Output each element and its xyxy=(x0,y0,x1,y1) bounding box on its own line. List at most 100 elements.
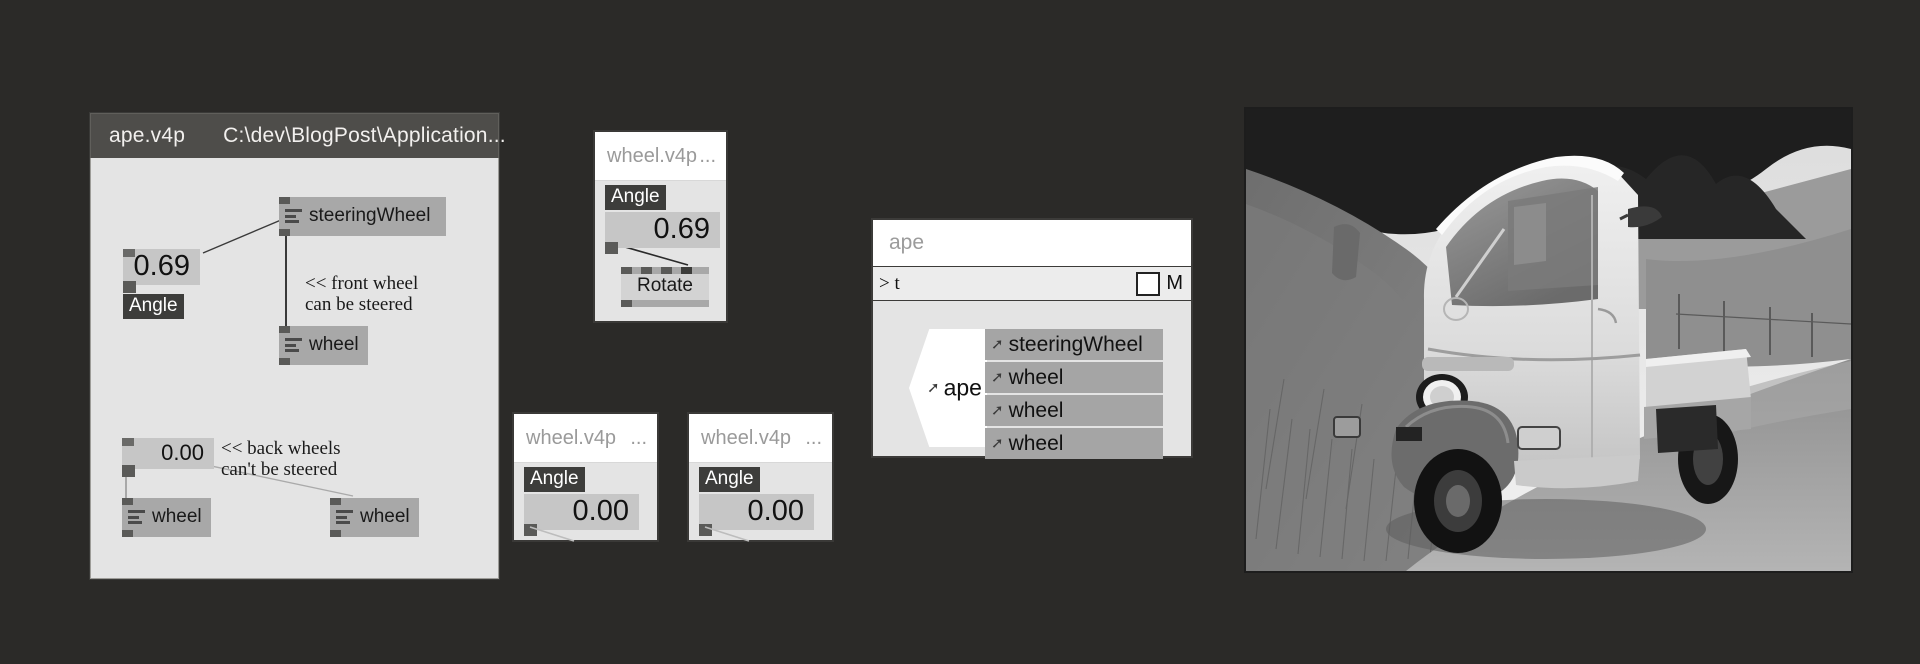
node-body[interactable]: steeringWheel xyxy=(279,204,446,229)
wheel-window-canvas[interactable]: Angle 0.00 xyxy=(514,463,657,542)
iobox-output-pin[interactable] xyxy=(123,281,136,294)
node-pin[interactable] xyxy=(681,267,692,274)
iobox-value[interactable]: 0.00 xyxy=(699,494,814,531)
wheel-window-title: wheel.v4p xyxy=(701,426,792,449)
ape-truck-photo xyxy=(1244,107,1853,573)
wheel-window-titlebar[interactable]: wheel.v4p ... xyxy=(689,414,832,463)
iobox-output-pin[interactable] xyxy=(605,242,618,255)
node-wheel-back-left[interactable]: wheel xyxy=(122,498,211,537)
explorer-search-value: ape xyxy=(889,231,925,254)
explorer-filter-text: > t xyxy=(879,272,900,294)
iobox-tag-angle: Angle xyxy=(605,185,666,210)
node-pin[interactable] xyxy=(279,229,290,236)
iobox-angle[interactable]: Angle 0.00 xyxy=(699,467,814,537)
wheel-window-titlebar[interactable]: wheel.v4p ... xyxy=(595,132,726,181)
node-input-pins[interactable] xyxy=(122,498,211,505)
node-pin[interactable] xyxy=(641,267,652,274)
node-output-pins[interactable] xyxy=(621,300,709,307)
explorer-root-node[interactable]: ➚ ape xyxy=(909,329,987,447)
pin-arrow-icon: ➚ xyxy=(991,336,1004,353)
iobox-output-pin[interactable] xyxy=(699,524,712,537)
node-input-pins[interactable] xyxy=(279,326,368,333)
wheel-window-front[interactable]: wheel.v4p ... Angle 0.69 Rotate xyxy=(593,130,728,323)
node-output-pins[interactable] xyxy=(279,358,368,365)
node-label: wheel xyxy=(152,506,202,527)
explorer-root-label-wrap: ➚ ape xyxy=(927,375,982,402)
node-wheel-front[interactable]: wheel xyxy=(279,326,368,365)
explorer-mode-checkbox[interactable] xyxy=(1136,271,1161,296)
explorer-row-label: wheel xyxy=(1008,365,1064,389)
node-rotate[interactable]: Rotate xyxy=(621,267,709,307)
node-output-pins[interactable] xyxy=(330,530,419,537)
wheel-window-back-left[interactable]: wheel.v4p ... Angle 0.00 xyxy=(512,412,659,542)
node-lines-icon xyxy=(285,338,302,352)
iobox-value[interactable]: 0.00 xyxy=(122,438,214,470)
node-pin[interactable] xyxy=(122,530,133,537)
node-steeringwheel[interactable]: steeringWheel xyxy=(279,197,446,236)
node-body[interactable]: wheel xyxy=(330,505,419,530)
node-lines-icon xyxy=(285,209,302,223)
explorer-mode-label: M xyxy=(1166,272,1183,294)
node-label: wheel xyxy=(309,334,359,355)
explorer-search-input[interactable]: ape xyxy=(873,220,1191,267)
explorer-row-wheel-1[interactable]: ➚ wheel xyxy=(985,362,1163,393)
explorer-row-steeringwheel[interactable]: ➚ steeringWheel xyxy=(985,329,1163,360)
photo-artwork xyxy=(1246,109,1851,571)
main-patch-window[interactable]: ape.v4p C:\dev\BlogPost\Application... s… xyxy=(90,113,506,579)
iobox-angle[interactable]: Angle 0.00 xyxy=(524,467,639,537)
iobox-value[interactable]: 0.69 xyxy=(605,212,720,249)
explorer-row-label: wheel xyxy=(1008,431,1064,455)
wheel-window-titlebar[interactable]: wheel.v4p ... xyxy=(514,414,657,463)
node-pin[interactable] xyxy=(279,358,290,365)
node-input-pins[interactable] xyxy=(279,197,446,204)
iobox-angle-front[interactable]: 0.69 Angle xyxy=(123,249,200,319)
iobox-value[interactable]: 0.00 xyxy=(524,494,639,531)
explorer-row-list: ➚ steeringWheel ➚ wheel ➚ wheel ➚ wheel xyxy=(985,329,1163,461)
main-window-titlebar[interactable]: ape.v4p C:\dev\BlogPost\Application... xyxy=(90,113,506,158)
explorer-panel[interactable]: ape > t M ➚ ape ➚ steeringWheel ➚ wheel … xyxy=(871,218,1193,459)
iobox-output-pin[interactable] xyxy=(122,465,135,478)
iobox-tag-angle: Angle xyxy=(123,294,184,319)
node-pin[interactable] xyxy=(661,267,672,274)
iobox-tag-angle: Angle xyxy=(524,467,585,492)
node-input-pins[interactable] xyxy=(621,267,709,274)
iobox-angle-back[interactable]: 0.00 xyxy=(122,438,214,478)
node-pin[interactable] xyxy=(122,498,133,505)
node-output-pins[interactable] xyxy=(279,229,446,236)
comment-back-wheels: << back wheels can't be steered xyxy=(221,438,341,481)
node-body[interactable]: wheel xyxy=(122,505,211,530)
node-pin[interactable] xyxy=(330,498,341,505)
wheel-window-title: wheel.v4p xyxy=(526,426,617,449)
node-label: steeringWheel xyxy=(309,205,431,226)
explorer-row-wheel-3[interactable]: ➚ wheel xyxy=(985,428,1163,459)
wheel-window-title: wheel.v4p xyxy=(607,144,698,167)
explorer-row-wheel-2[interactable]: ➚ wheel xyxy=(985,395,1163,426)
iobox-angle[interactable]: Angle 0.69 xyxy=(605,185,720,255)
node-body[interactable]: Rotate xyxy=(621,274,709,300)
explorer-filter-bar[interactable]: > t M xyxy=(873,267,1191,301)
comment-front-wheel: << front wheel can be steered xyxy=(305,273,419,316)
node-pin[interactable] xyxy=(279,197,290,204)
wheel-window-title-ellipsis: ... xyxy=(630,426,647,449)
node-pin[interactable] xyxy=(621,267,632,274)
iobox-input-pin[interactable] xyxy=(122,438,134,446)
node-lines-icon xyxy=(336,510,353,524)
node-pin[interactable] xyxy=(330,530,341,537)
wheel-window-canvas[interactable]: Angle 0.69 Rotate xyxy=(595,181,726,320)
wheel-window-canvas[interactable]: Angle 0.00 xyxy=(689,463,832,542)
iobox-input-pin[interactable] xyxy=(123,249,135,257)
node-pin[interactable] xyxy=(621,300,632,307)
explorer-tree[interactable]: ➚ ape ➚ steeringWheel ➚ wheel ➚ wheel ➚ … xyxy=(873,301,1191,459)
iobox-output-pin[interactable] xyxy=(524,524,537,537)
node-input-pins[interactable] xyxy=(330,498,419,505)
node-wheel-back-right[interactable]: wheel xyxy=(330,498,419,537)
wheel-window-back-right[interactable]: wheel.v4p ... Angle 0.00 xyxy=(687,412,834,542)
node-label: Rotate xyxy=(637,275,693,296)
wheel-window-title-ellipsis: ... xyxy=(805,426,822,449)
node-pin[interactable] xyxy=(279,326,290,333)
node-body[interactable]: wheel xyxy=(279,333,368,358)
main-patch-canvas[interactable]: steeringWheel 0.69 Angle << front wheel … xyxy=(90,158,499,579)
node-output-pins[interactable] xyxy=(122,530,211,537)
node-label: wheel xyxy=(360,506,410,527)
pin-arrow-icon: ➚ xyxy=(991,369,1004,386)
